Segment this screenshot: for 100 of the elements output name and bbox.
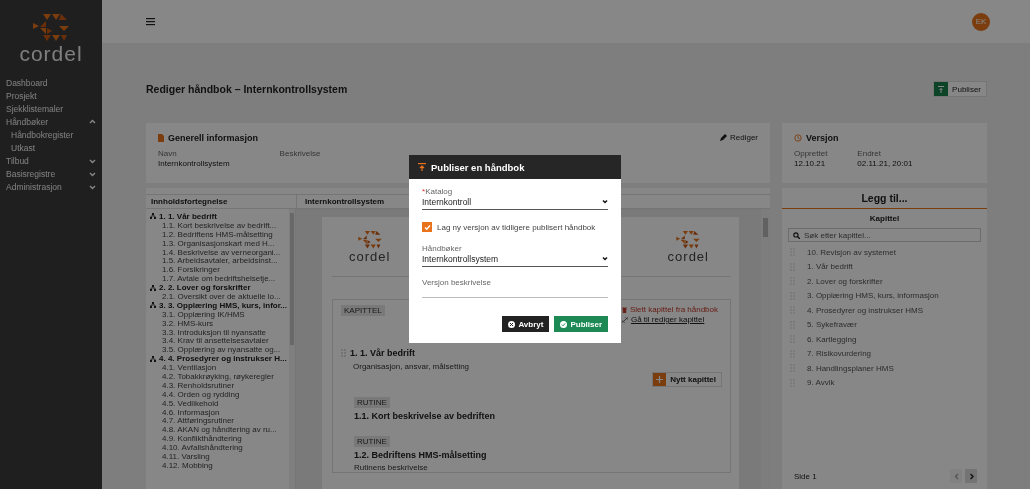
publish-button[interactable]: Publiser: [933, 81, 987, 97]
checkbox[interactable]: [422, 222, 432, 232]
toc-section[interactable]: 3. 3. Opplæring HMS, kurs, infor...: [146, 300, 289, 310]
toc-item[interactable]: 4.10. Avfallshåndtering: [146, 443, 289, 453]
chapter-list-item[interactable]: 6. Kartlegging: [782, 332, 987, 347]
toc-item[interactable]: 1.1. Kort beskrivelse av bedrift...: [146, 220, 289, 230]
routine-title: 1.1. Kort beskrivelse av bedriften: [354, 411, 497, 421]
toc-item[interactable]: 4.1. Ventilasjon: [146, 363, 289, 373]
chapter-list-item[interactable]: 7. Risikovurdering: [782, 346, 987, 361]
panel-subtitle: Kapittel: [868, 214, 901, 223]
nav-item[interactable]: Håndbokregister: [0, 128, 102, 141]
toc-item[interactable]: 4.4. Orden og rydding: [146, 389, 289, 399]
toc-item[interactable]: 4.12. Mobbing: [146, 460, 289, 470]
sitemap-icon: [150, 355, 156, 362]
chapter-list-item[interactable]: 1. Vår bedrift: [782, 259, 987, 274]
checkbox-label: Lag ny versjon av tidligere publisert håndbok: [437, 222, 596, 232]
nav-item[interactable]: Sjekklistemaler: [0, 102, 102, 115]
nav-item[interactable]: Dashboard: [0, 76, 102, 89]
new-chapter-button[interactable]: Nytt kapittel: [652, 372, 722, 387]
nav-item[interactable]: Basisregistre: [0, 167, 102, 180]
toc-item[interactable]: 1.7. Avtale om bedriftshelsetje...: [146, 274, 289, 284]
field-value: 02.11.21, 20:01: [857, 159, 913, 168]
routine-description: Rutinens beskrivelse: [354, 463, 429, 472]
nav-item[interactable]: Utkast: [0, 141, 102, 154]
logo-icon: [31, 12, 71, 43]
search-field[interactable]: Søk etter kapittel...: [788, 228, 981, 242]
panel-title: Legg til...: [782, 188, 987, 209]
logo-icon: [356, 230, 383, 250]
toc-item[interactable]: 1.2. Bedriftens HMS-målsetting: [146, 229, 289, 239]
logo-icon: [675, 230, 702, 250]
chevron-right-icon: [968, 472, 974, 480]
nav-item[interactable]: Håndbøker: [0, 115, 102, 128]
chevron-left-icon: [953, 472, 959, 480]
field-label: Beskrivelse: [279, 149, 321, 158]
plus-icon: [656, 376, 664, 383]
toc-item[interactable]: 1.5. Arbeidsavtaler, arbeidsinst...: [146, 256, 289, 266]
publish-button[interactable]: Publiser: [554, 316, 608, 332]
toc-item[interactable]: 4.5. Vedlikehold: [146, 398, 289, 408]
toc-item[interactable]: 4.6. Informasjon: [146, 407, 289, 417]
nav-item[interactable]: Prosjekt: [0, 89, 102, 102]
logo-text: cordel: [667, 250, 709, 263]
card-title: Generell informasjon: [168, 132, 259, 143]
user-avatar[interactable]: EK: [972, 12, 990, 31]
toc-item[interactable]: 1.3. Organisasjonskart med H...: [146, 238, 289, 248]
toc-item[interactable]: 4.11. Varsling: [146, 452, 289, 461]
toc-item[interactable]: 1.4. Beskrivelse av verneorgani...: [146, 247, 289, 257]
toc-item[interactable]: 3.2. HMS-kurs: [146, 318, 289, 328]
chapter-list-item[interactable]: 10. Revisjon av systemet: [782, 245, 987, 260]
toc-item[interactable]: 2.1. Oversikt over de aktuelle lo...: [146, 292, 289, 301]
close-icon: [508, 320, 516, 328]
toc-item[interactable]: 3.3. Introduksjon til nyansatte: [146, 327, 289, 337]
routine-title: 1.2. Bedriftens HMS-målsetting: [354, 450, 488, 460]
toc-item[interactable]: 4.7. Attføringsrutiner: [146, 416, 289, 426]
pencil-icon: [720, 134, 727, 141]
toc-item[interactable]: 3.1. Opplæring IK/HMS: [146, 309, 289, 319]
check-icon: [560, 320, 568, 328]
chapter-list-item[interactable]: 9. Avvik: [782, 375, 987, 390]
toc-item[interactable]: 1.6. Forsikringer: [146, 265, 289, 275]
text-field[interactable]: Versjon beskrivelse: [422, 278, 608, 298]
toc-section[interactable]: 2. 2. Lover og forskrifter: [146, 283, 289, 292]
column-header: Innholdsfortegnelse: [146, 194, 296, 209]
chapter-list-item[interactable]: 4. Prosedyrer og instrukser HMS: [782, 303, 987, 318]
check-icon: [423, 223, 431, 231]
toc-section[interactable]: 4. 4. Prosedyrer og instrukser H...: [146, 354, 289, 364]
next-page-button[interactable]: [965, 469, 977, 483]
routine-tag: RUTINE: [354, 397, 390, 408]
chapter-list-item[interactable]: 8. Handlingsplaner HMS: [782, 361, 987, 376]
sitemap-icon: [150, 302, 156, 309]
caret-icon: [602, 256, 608, 261]
chapter-tag: KAPITTEL: [341, 305, 385, 316]
nav-item[interactable]: Administrasjon: [0, 180, 102, 193]
menu-icon[interactable]: [146, 17, 155, 26]
edit-chapter-link[interactable]: Gå til rediger kapittel: [621, 315, 718, 324]
toc-item[interactable]: 3.4. Krav til ansettelsesavtaler: [146, 336, 289, 346]
card-title: Versjon: [806, 132, 839, 143]
nav-item[interactable]: Tilbud: [0, 154, 102, 167]
cancel-button[interactable]: Avbryt: [502, 316, 550, 332]
select-field[interactable]: *Katalog Internkontroll: [422, 187, 608, 210]
document-icon: [158, 133, 164, 142]
sitemap-icon: [150, 213, 156, 220]
toc-section[interactable]: 1. 1. Vår bedrift: [146, 212, 289, 221]
select-field[interactable]: Håndbøker Internkontrollsystem: [422, 244, 608, 267]
sitemap-icon: [150, 284, 156, 291]
edit-link[interactable]: Rediger: [720, 133, 758, 142]
delete-link[interactable]: Slett kapittel fra håndbok: [621, 305, 718, 314]
chapter-description: Organisasjon, ansvar, målsetting: [353, 362, 471, 371]
chapter-list-item[interactable]: 3. Opplæring HMS, kurs, informasjon: [782, 288, 987, 303]
field-value: Internkontrollsystem: [158, 159, 230, 168]
toc-item[interactable]: 3.5. Opplæring av nyansatte og...: [146, 345, 289, 355]
chapter-list-item[interactable]: 2. Lover og forskrifter: [782, 274, 987, 289]
toc-item[interactable]: 4.2. Tobakkrøyking, røykeregler: [146, 372, 289, 381]
scrollbar[interactable]: [289, 209, 295, 489]
toc-item[interactable]: 4.3. Renholdsrutiner: [146, 380, 289, 390]
toc-item[interactable]: 4.8. AKAN og håndtering av ru...: [146, 425, 289, 435]
logo-text: cordel: [349, 250, 391, 263]
toc-item[interactable]: 4.9. Konflikthåndtering: [146, 434, 289, 444]
history-icon: [794, 133, 802, 142]
chapter-list-item[interactable]: 5. Sykefravær: [782, 317, 987, 332]
logo-text: cordel: [19, 42, 83, 64]
scrollbar-thumb[interactable]: [763, 218, 768, 237]
